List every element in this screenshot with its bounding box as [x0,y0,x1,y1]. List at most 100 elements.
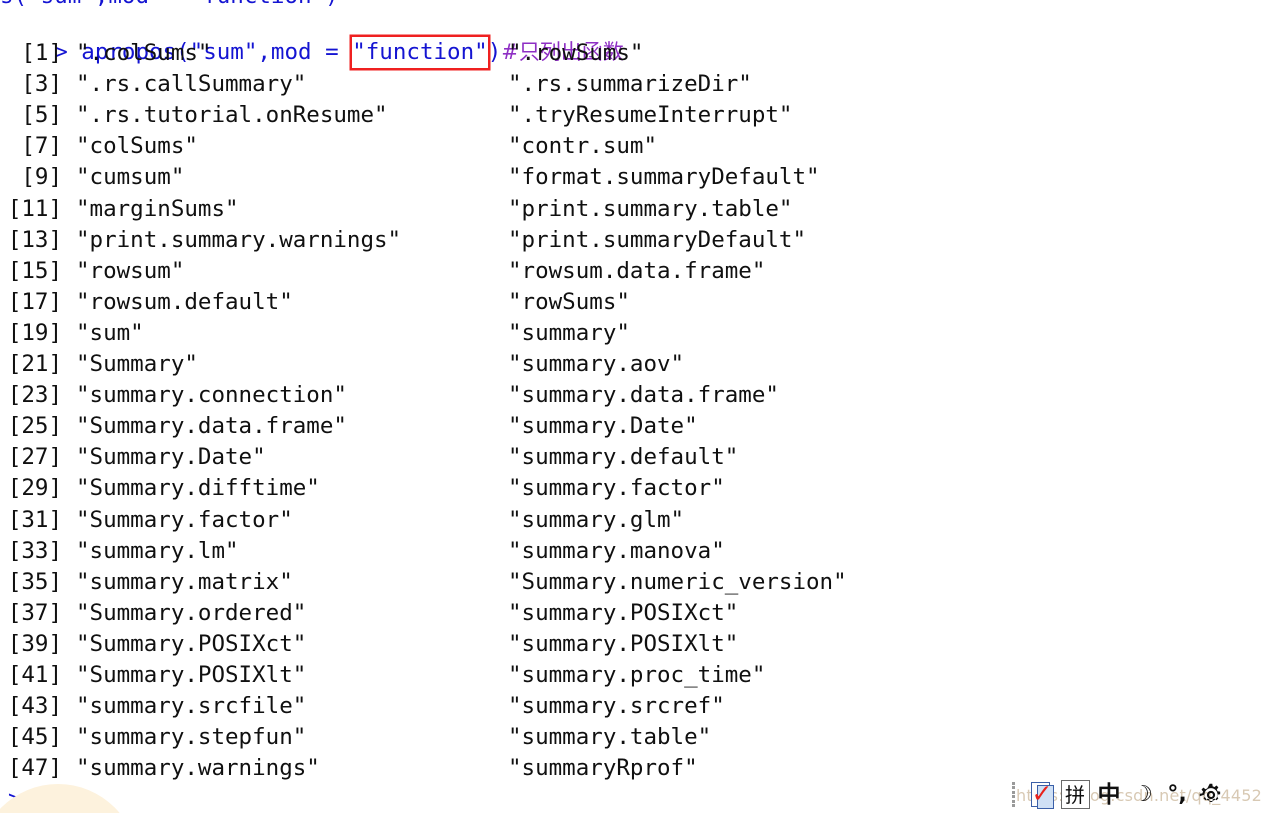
output-row-col2: "summary.factor" [508,475,725,502]
chinese-mode-icon[interactable]: 中 [1092,778,1126,811]
output-row-index: [17] [7,288,62,315]
output-row-col1: "colSums" [76,133,198,160]
output-row: [27] "Summary.Date" "summary.default" [0,442,1280,473]
output-row-col1: "summary.warnings" [76,755,320,782]
pinyin-mode-icon[interactable]: 拼 [1058,778,1092,811]
output-row-col1: "Summary.Date" [76,444,266,471]
output-row-col1: "summary.lm" [76,537,239,564]
output-row-col2: ".tryResumeInterrupt" [508,102,793,129]
gear-glyph [1199,783,1221,802]
output-row: [13] "print.summary.warnings" "print.summa… [0,225,1280,256]
output-row-col1: "Summary.data.frame" [76,413,347,440]
output-row-col2: "summary.srcref" [508,693,725,720]
output-row: [39] "Summary.POSIXct" "summary.POSIXlt" [0,629,1280,660]
output-row-col2: "summary.table" [508,724,712,751]
output-row: [9] "cumsum" "format.summaryDefault" [0,162,1280,193]
output-row-col2: "summary.proc_time" [508,662,766,688]
output-row-col2: "contr.sum" [508,133,658,160]
output-row-col1: "rowsum" [76,257,185,284]
output-row-index: [31] [7,506,62,533]
output-row-col2: "summary.glm" [508,506,685,533]
punctuation-icon[interactable]: °, [1160,778,1194,811]
output-row-index: [37] [7,599,62,626]
output-row-col1: "Summary.POSIXlt" [76,662,307,688]
output-row-col2: "rowSums" [508,288,630,315]
output-row-index: [3] [21,71,62,98]
output-row: [41] "Summary.POSIXlt" "summary.proc_time" [0,660,1280,691]
output-row-index: [23] [7,382,62,409]
output-row-col1: "summary.matrix" [76,568,293,595]
output-row-col2: "summary.aov" [508,351,685,377]
output-row-col1: "Summary.factor" [76,506,293,533]
settings-gear-icon[interactable] [1194,778,1228,811]
output-row-col2: "summary.POSIXct" [508,599,739,626]
output-row-index: [25] [7,413,62,440]
output-row-col2: "summary.Date" [508,413,698,440]
pinyin-glyph: 拼 [1060,780,1090,809]
output-row-col2: "summary.default" [508,444,739,471]
output-row: [45] "summary.stepfun" "summary.table" [0,722,1280,753]
output-row: [21] "Summary" "summary.aov" [0,349,1280,380]
output-row-index: [15] [7,257,62,284]
output-row-index: [9] [21,164,62,191]
r-console-output-pane[interactable]: s("sum",mod = "function") > apropos("sum… [0,0,1280,813]
output-row-index: [5] [21,102,62,129]
output-row-col2: "summary.POSIXlt" [508,630,739,657]
output-row-index: [19] [7,319,62,346]
output-row-col1: "summary.stepfun" [76,724,307,751]
output-row-col2: "print.summaryDefault" [508,226,807,253]
output-row: [37] "Summary.ordered" "summary.POSIXct" [0,598,1280,629]
output-row: [5] ".rs.tutorial.onResume" ".tryResumeInt… [0,100,1280,131]
output-row: [3] ".rs.callSummary" ".rs.summarizeDir" [0,69,1280,100]
ime-toolbar[interactable]: ✓ 拼 中 ☽ °, [1008,776,1228,813]
output-row-col2: "summary.manova" [508,537,725,564]
halfwidth-moon-icon[interactable]: ☽ [1126,778,1160,811]
output-row-index: [35] [7,568,62,595]
output-row-col1: "cumsum" [76,164,185,191]
output-row-index: [13] [7,226,62,253]
output-row: [29] "Summary.difftime" "summary.factor" [0,473,1280,504]
output-row-col1: ".colSums" [76,40,212,66]
output-row-index: [43] [7,693,62,720]
output-row-col1: "print.summary.warnings" [76,226,402,253]
output-row-index: [47] [7,755,62,782]
output-row-col1: "summary.connection" [76,382,347,409]
output-row: [15] "rowsum" "rowsum.data.frame" [0,256,1280,287]
output-row-col2: "summary.data.frame" [508,382,779,409]
output-row-col1: "summary.srcfile" [76,693,307,720]
output-row-col2: "rowsum.data.frame" [508,257,766,284]
output-row-index: [21] [7,351,62,377]
chinese-glyph: 中 [1097,781,1121,808]
output-row-index: [7] [21,133,62,160]
output-row-col2: "summary" [508,319,630,346]
output-row-index: [41] [7,662,62,688]
command-line[interactable]: > apropos("sum",mod = "function")#只列出函数 [0,6,1280,65]
drag-handle-icon[interactable] [1008,780,1018,810]
output-row: [23] "summary.connection" "summary.data.fr… [0,380,1280,411]
output-row-col1: "sum" [76,319,144,346]
output-row-col2: "print.summary.table" [508,195,793,222]
output-row-col1: "rowsum.default" [76,288,293,315]
output-row: [33] "summary.lm" "summary.manova" [0,536,1280,567]
clipboard-glyph: ✓ [1030,779,1054,809]
output-row: [25] "Summary.data.frame" "summary.Date" [0,411,1280,442]
output-row-index: [39] [7,630,62,657]
output-row-index: [45] [7,724,62,751]
output-row: [35] "summary.matrix" "Summary.numeric_ver… [0,567,1280,598]
output-row: [19] "sum" "summary" [0,318,1280,349]
output-row-col1: ".rs.tutorial.onResume" [76,102,388,129]
punctuation-glyph: °, [1167,781,1187,807]
output-row-index: [33] [7,537,62,564]
output-row-col2: ".rowSums" [508,40,644,66]
output-row-col1: "Summary.POSIXct" [76,630,307,657]
output-row-index: [27] [7,444,62,471]
output-row-col2: ".rs.summarizeDir" [508,71,752,98]
clipboard-check-icon[interactable]: ✓ [1024,778,1058,811]
output-row: [43] "summary.srcfile" "summary.srcref" [0,691,1280,722]
output-row: [31] "Summary.factor" "summary.glm" [0,505,1280,536]
output-row-index: [29] [7,475,62,502]
output-row: [1] ".colSums" ".rowSums" [0,38,1280,69]
output-row-col2: "summaryRprof" [508,755,698,782]
moon-glyph: ☽ [1133,781,1153,807]
output-row: [11] "marginSums" "print.summary.table" [0,194,1280,225]
